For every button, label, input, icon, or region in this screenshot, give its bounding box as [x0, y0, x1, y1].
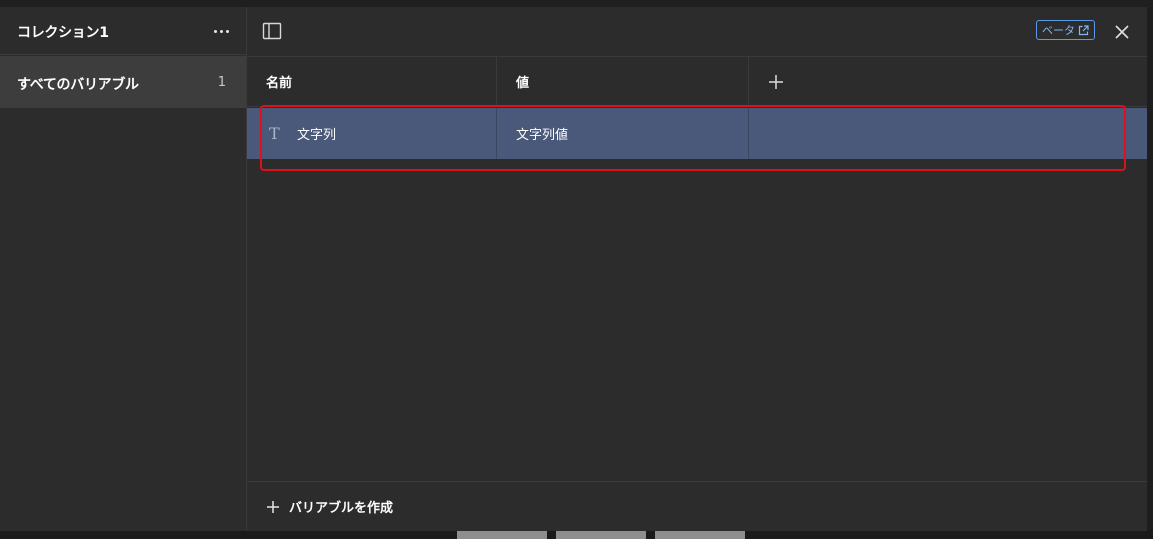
table-row[interactable]: T 文字列 文字列値	[247, 108, 1147, 159]
collection-sidebar: コレクション1 すべてのバリアブル 1	[0, 7, 247, 531]
sidebar-item-label: すべてのバリアブル	[17, 77, 139, 93]
add-column-plus-icon[interactable]	[766, 72, 786, 92]
variable-value: 文字列値	[516, 128, 569, 143]
variable-extra-cell[interactable]	[749, 108, 1147, 159]
variables-table-panel: ベータ 名前 値 T 文字列 文字列値 バリアブルを作成	[247, 7, 1147, 531]
column-header-name: 名前	[247, 57, 497, 106]
more-horizontal-icon[interactable]	[206, 21, 236, 41]
collection-header: コレクション1	[0, 7, 246, 55]
variable-name-cell[interactable]: T 文字列	[247, 108, 497, 159]
variable-name: 文字列	[297, 128, 337, 143]
beta-badge[interactable]: ベータ	[1036, 20, 1095, 40]
table-footer: バリアブルを作成	[247, 481, 1147, 531]
background-thumbnail	[556, 531, 646, 539]
table-header: 名前 値	[247, 57, 1147, 107]
sidebar-item-all-variables[interactable]: すべてのバリアブル 1	[0, 56, 246, 108]
external-link-icon	[1078, 24, 1089, 35]
background-thumbnail	[457, 531, 547, 539]
sidebar-item-count: 1	[217, 75, 226, 90]
column-header-value: 値	[497, 57, 749, 106]
variables-modal: コレクション1 すべてのバリアブル 1 ベータ 名前 値 T 文字列 文字列値 …	[0, 7, 1147, 531]
sidebar-toggle-icon[interactable]	[262, 21, 282, 41]
text-type-icon: T	[269, 124, 280, 143]
toolbar: ベータ	[247, 7, 1147, 57]
beta-label: ベータ	[1042, 24, 1075, 37]
create-variable-label: バリアブルを作成	[289, 501, 394, 516]
variable-value-cell[interactable]: 文字列値	[497, 108, 749, 159]
close-icon[interactable]	[1111, 21, 1133, 43]
collection-title[interactable]: コレクション1	[17, 22, 109, 42]
plus-icon	[267, 500, 279, 513]
create-variable-button[interactable]: バリアブルを作成	[266, 497, 393, 516]
background-top-strip	[0, 0, 1153, 7]
background-thumbnail	[655, 531, 745, 539]
